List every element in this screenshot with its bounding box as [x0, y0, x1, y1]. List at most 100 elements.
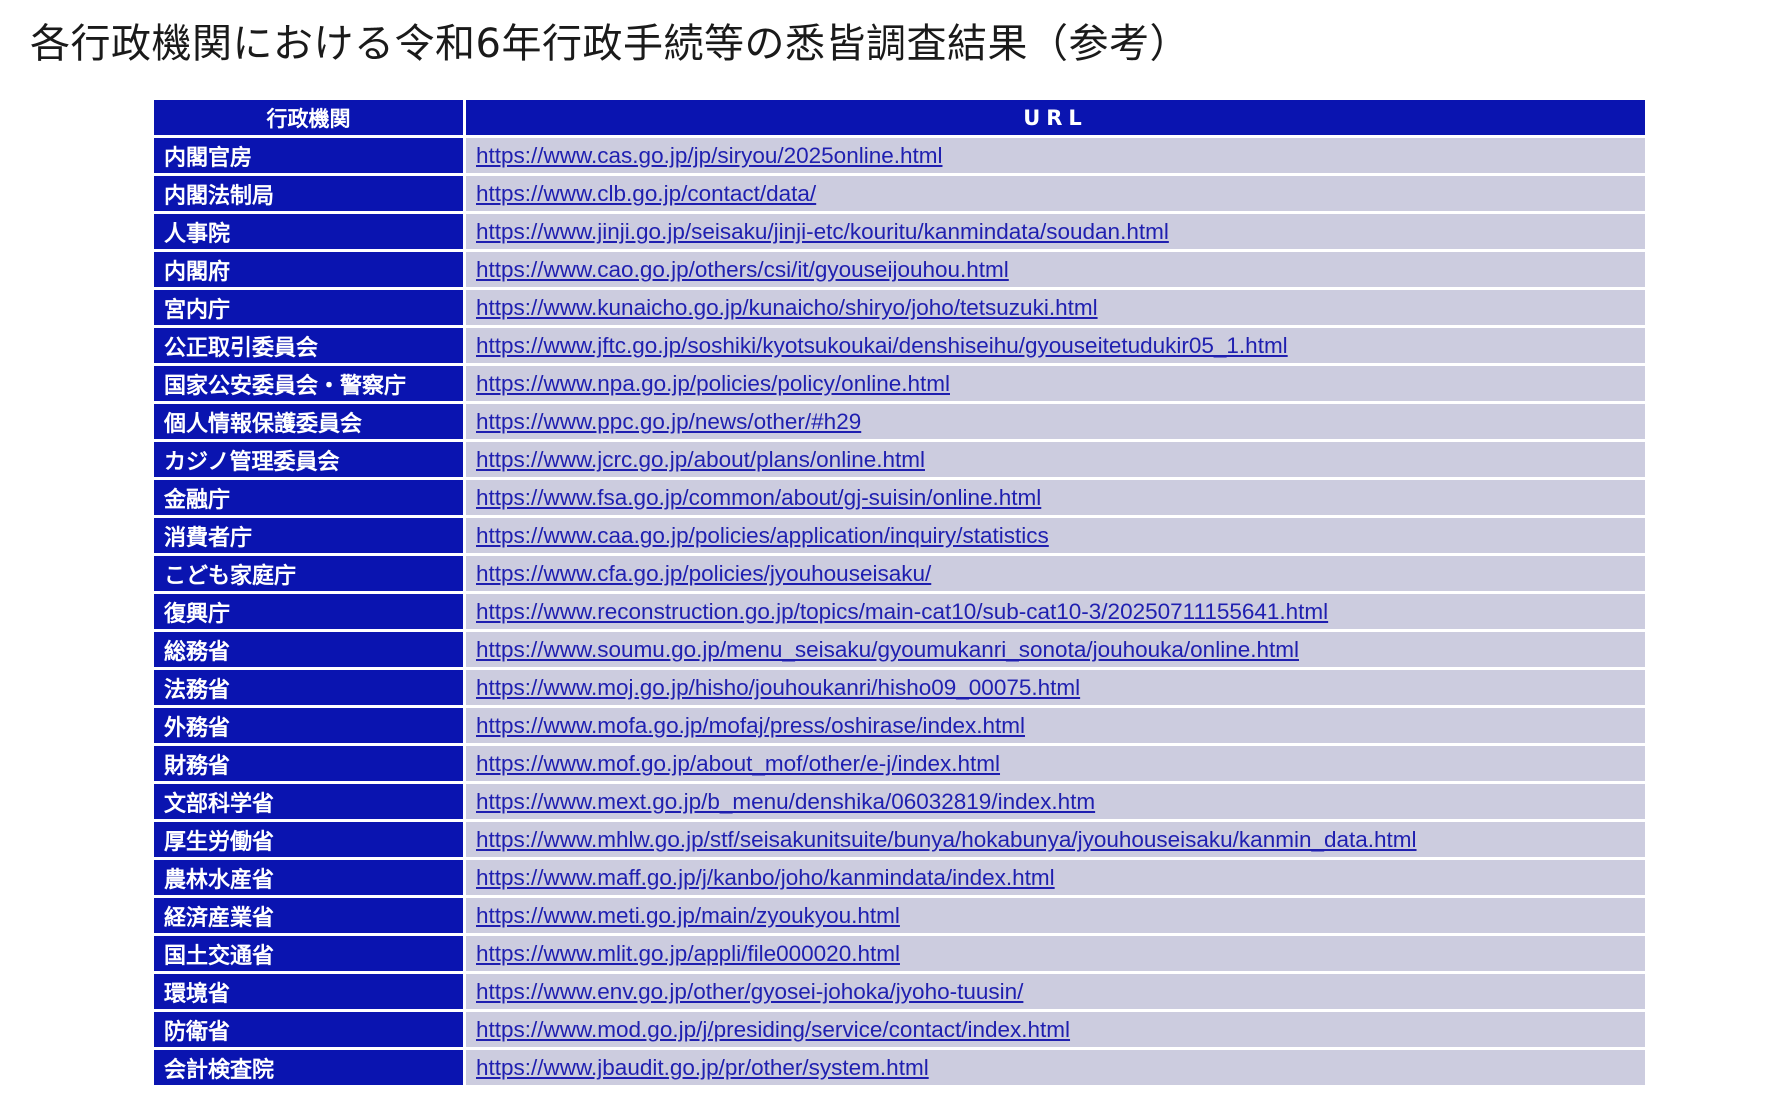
url-cell: https://www.meti.go.jp/main/zyoukyou.htm…	[466, 898, 1645, 933]
agency-url-link[interactable]: https://www.env.go.jp/other/gyosei-johok…	[476, 979, 1023, 1005]
table-row: 財務省 https://www.mof.go.jp/about_mof/othe…	[154, 746, 1645, 781]
agency-name: カジノ管理委員会	[164, 449, 340, 475]
url-cell: https://www.cao.go.jp/others/csi/it/gyou…	[466, 252, 1645, 287]
agency-url-link[interactable]: https://www.mod.go.jp/j/presiding/servic…	[476, 1017, 1070, 1043]
agency-cell: 農林水産省	[154, 860, 463, 895]
agency-name: 国家公安委員会・警察庁	[164, 373, 407, 399]
agency-cell: 内閣法制局	[154, 176, 463, 211]
agency-cell: 個人情報保護委員会	[154, 404, 463, 439]
url-cell: https://www.mext.go.jp/b_menu/denshika/0…	[466, 784, 1645, 819]
agency-url-link[interactable]: https://www.soumu.go.jp/menu_seisaku/gyo…	[476, 637, 1299, 663]
agency-name: 国土交通省	[164, 943, 275, 969]
table-row: 内閣官房 https://www.cas.go.jp/jp/siryou/202…	[154, 138, 1645, 173]
agency-cell: 外務省	[154, 708, 463, 743]
agency-cell: 総務省	[154, 632, 463, 667]
header-agency-label: 行政機関	[266, 106, 351, 131]
url-cell: https://www.clb.go.jp/contact/data/	[466, 176, 1645, 211]
table-row: 環境省 https://www.env.go.jp/other/gyosei-j…	[154, 974, 1645, 1009]
agency-name: 内閣官房	[164, 145, 253, 171]
agency-url-link[interactable]: https://www.caa.go.jp/policies/applicati…	[476, 523, 1049, 549]
url-cell: https://www.kunaicho.go.jp/kunaicho/shir…	[466, 290, 1645, 325]
agency-name: 法務省	[164, 677, 231, 703]
agency-cell: 財務省	[154, 746, 463, 781]
agency-name: 外務省	[164, 715, 231, 741]
agency-cell: 公正取引委員会	[154, 328, 463, 363]
agency-name: 復興庁	[164, 601, 231, 627]
agency-url-link[interactable]: https://www.mof.go.jp/about_mof/other/e-…	[476, 751, 1000, 777]
agency-cell: 内閣府	[154, 252, 463, 287]
table-row: 内閣府 https://www.cao.go.jp/others/csi/it/…	[154, 252, 1645, 287]
agency-url-link[interactable]: https://www.reconstruction.go.jp/topics/…	[476, 599, 1328, 625]
agency-name: 厚生労働省	[164, 829, 275, 855]
url-cell: https://www.jftc.go.jp/soshiki/kyotsukou…	[466, 328, 1645, 363]
table-row: 内閣法制局 https://www.clb.go.jp/contact/data…	[154, 176, 1645, 211]
agency-name: 内閣府	[164, 259, 231, 285]
agency-url-link[interactable]: https://www.kunaicho.go.jp/kunaicho/shir…	[476, 295, 1098, 321]
agency-cell: 国土交通省	[154, 936, 463, 971]
agency-url-link[interactable]: https://www.ppc.go.jp/news/other/#h29	[476, 409, 861, 435]
url-cell: https://www.maff.go.jp/j/kanbo/joho/kanm…	[466, 860, 1645, 895]
table-row: 復興庁 https://www.reconstruction.go.jp/top…	[154, 594, 1645, 629]
table-row: 外務省 https://www.mofa.go.jp/mofaj/press/o…	[154, 708, 1645, 743]
agency-url-link[interactable]: https://www.npa.go.jp/policies/policy/on…	[476, 371, 950, 397]
agency-name: 金融庁	[164, 487, 231, 513]
agency-name: 個人情報保護委員会	[164, 411, 363, 437]
url-cell: https://www.caa.go.jp/policies/applicati…	[466, 518, 1645, 553]
agency-url-link[interactable]: https://www.clb.go.jp/contact/data/	[476, 181, 816, 207]
table-row: 厚生労働省 https://www.mhlw.go.jp/stf/seisaku…	[154, 822, 1645, 857]
agency-cell: 内閣官房	[154, 138, 463, 173]
agency-name: 防衛省	[164, 1019, 231, 1045]
agency-url-link[interactable]: https://www.jinji.go.jp/seisaku/jinji-et…	[476, 219, 1169, 245]
table-row: 経済産業省 https://www.meti.go.jp/main/zyouky…	[154, 898, 1645, 933]
table-row: 消費者庁 https://www.caa.go.jp/policies/appl…	[154, 518, 1645, 553]
url-cell: https://www.mlit.go.jp/appli/file000020.…	[466, 936, 1645, 971]
agency-url-link[interactable]: https://www.meti.go.jp/main/zyoukyou.htm…	[476, 903, 900, 929]
table-row: 個人情報保護委員会 https://www.ppc.go.jp/news/oth…	[154, 404, 1645, 439]
agency-url-link[interactable]: https://www.jftc.go.jp/soshiki/kyotsukou…	[476, 333, 1288, 359]
agency-url-link[interactable]: https://www.jcrc.go.jp/about/plans/onlin…	[476, 447, 925, 473]
agency-name: こども家庭庁	[164, 563, 297, 589]
agency-cell: カジノ管理委員会	[154, 442, 463, 477]
table-row: 公正取引委員会 https://www.jftc.go.jp/soshiki/k…	[154, 328, 1645, 363]
agency-name: 消費者庁	[164, 525, 253, 551]
table-row: 農林水産省 https://www.maff.go.jp/j/kanbo/joh…	[154, 860, 1645, 895]
url-cell: https://www.ppc.go.jp/news/other/#h29	[466, 404, 1645, 439]
table-row: 国家公安委員会・警察庁 https://www.npa.go.jp/polici…	[154, 366, 1645, 401]
agency-cell: 宮内庁	[154, 290, 463, 325]
agency-cell: 環境省	[154, 974, 463, 1009]
agency-url-link[interactable]: https://www.moj.go.jp/hisho/jouhoukanri/…	[476, 675, 1080, 701]
agency-url-link[interactable]: https://www.mofa.go.jp/mofaj/press/oshir…	[476, 713, 1025, 739]
agency-url-link[interactable]: https://www.fsa.go.jp/common/about/gj-su…	[476, 485, 1041, 511]
agency-name: 内閣法制局	[164, 183, 275, 209]
url-cell: https://www.npa.go.jp/policies/policy/on…	[466, 366, 1645, 401]
agency-url-link[interactable]: https://www.cao.go.jp/others/csi/it/gyou…	[476, 257, 1009, 283]
agency-name: 財務省	[164, 753, 231, 779]
url-cell: https://www.jinji.go.jp/seisaku/jinji-et…	[466, 214, 1645, 249]
header-url-label: URL	[1023, 105, 1088, 130]
table-row: 人事院 https://www.jinji.go.jp/seisaku/jinj…	[154, 214, 1645, 249]
agency-name: 会計検査院	[164, 1057, 275, 1083]
url-cell: https://www.mofa.go.jp/mofaj/press/oshir…	[466, 708, 1645, 743]
table-body: 内閣官房 https://www.cas.go.jp/jp/siryou/202…	[154, 138, 1645, 1085]
header-agency: 行政機関	[154, 100, 463, 135]
agency-name: 文部科学省	[164, 791, 275, 817]
agency-name: 総務省	[164, 639, 231, 665]
agency-url-link[interactable]: https://www.jbaudit.go.jp/pr/other/syste…	[476, 1055, 929, 1081]
url-cell: https://www.cfa.go.jp/policies/jyouhouse…	[466, 556, 1645, 591]
agency-url-link[interactable]: https://www.mhlw.go.jp/stf/seisakunitsui…	[476, 827, 1417, 853]
url-cell: https://www.mhlw.go.jp/stf/seisakunitsui…	[466, 822, 1645, 857]
agency-url-link[interactable]: https://www.mlit.go.jp/appli/file000020.…	[476, 941, 900, 967]
table-row: 法務省 https://www.moj.go.jp/hisho/jouhouka…	[154, 670, 1645, 705]
url-cell: https://www.jbaudit.go.jp/pr/other/syste…	[466, 1050, 1645, 1085]
agency-cell: こども家庭庁	[154, 556, 463, 591]
table-row: 会計検査院 https://www.jbaudit.go.jp/pr/other…	[154, 1050, 1645, 1085]
agency-url-link[interactable]: https://www.maff.go.jp/j/kanbo/joho/kanm…	[476, 865, 1055, 891]
agency-url-link[interactable]: https://www.cas.go.jp/jp/siryou/2025onli…	[476, 143, 943, 169]
agency-name: 経済産業省	[164, 905, 275, 931]
agency-url-link[interactable]: https://www.mext.go.jp/b_menu/denshika/0…	[476, 789, 1095, 815]
agency-url-table: 行政機関 URL 内閣官房 https://www.cas.go.jp/jp/s…	[154, 100, 1645, 1088]
agency-cell: 復興庁	[154, 594, 463, 629]
agency-url-link[interactable]: https://www.cfa.go.jp/policies/jyouhouse…	[476, 561, 931, 587]
url-cell: https://www.fsa.go.jp/common/about/gj-su…	[466, 480, 1645, 515]
url-cell: https://www.mof.go.jp/about_mof/other/e-…	[466, 746, 1645, 781]
